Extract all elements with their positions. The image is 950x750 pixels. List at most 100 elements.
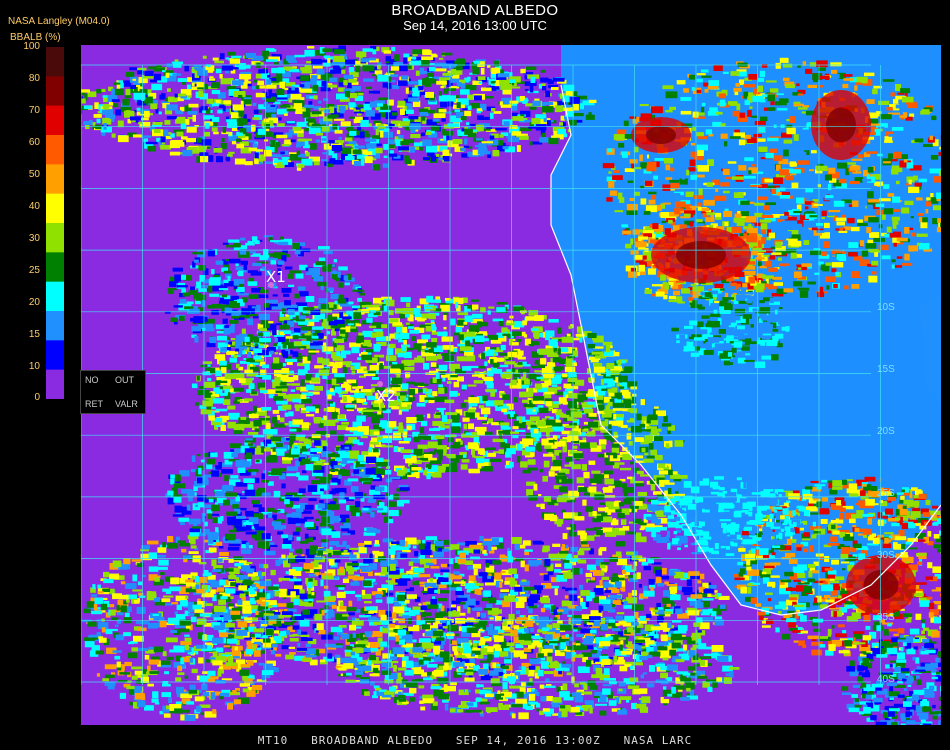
cloud-pixel — [243, 99, 252, 105]
cloud-pixel — [864, 72, 875, 77]
cloud-pixel — [684, 213, 691, 217]
cloud-pixel — [830, 62, 842, 67]
cloud-pixel — [723, 210, 733, 217]
cloud-pixel — [341, 384, 350, 388]
cloud-pixel — [910, 232, 916, 237]
cloud-pixel — [403, 359, 415, 366]
cloud-pixel — [857, 154, 863, 158]
cloud-pixel — [546, 429, 553, 432]
cloud-pixel — [763, 254, 771, 257]
cloud-pixel — [816, 60, 828, 68]
cloud-pixel — [544, 398, 548, 401]
cloud-pixel — [368, 307, 381, 311]
cloud-pixel — [548, 471, 555, 477]
cloud-pixel — [908, 245, 919, 252]
cloud-pixel — [270, 140, 276, 147]
cloud-pixel — [750, 184, 762, 187]
cloud-pixel — [868, 199, 880, 203]
cloud-pixel — [428, 313, 436, 320]
cloud-pixel — [647, 414, 658, 421]
cloud-pixel — [552, 77, 565, 82]
cloud-pixel — [857, 204, 866, 209]
cloud-pixel — [914, 138, 924, 143]
cloud-pixel — [472, 374, 480, 377]
cloud-pixel — [348, 116, 355, 119]
cloud-pixel — [512, 331, 522, 336]
cloud-pixel — [855, 503, 865, 506]
cloud-pixel — [641, 447, 646, 453]
cloud-pixel — [132, 134, 142, 138]
cloud-pixel — [438, 387, 445, 394]
cloud-pixel — [891, 259, 896, 263]
cloud-pixel — [431, 155, 436, 162]
cloud-pixel — [578, 487, 588, 492]
cloud-pixel — [348, 102, 356, 108]
cloud-pixel — [891, 216, 900, 221]
legend-swatch — [46, 340, 64, 371]
cloud-pixel — [714, 119, 726, 122]
cloud-pixel — [868, 217, 879, 223]
cloud-pixel — [392, 438, 403, 441]
cloud-pixel — [265, 106, 277, 113]
cloud-pixel — [333, 344, 337, 348]
cloud-pixel — [557, 348, 561, 355]
cloud-pixel — [654, 454, 663, 461]
cloud-pixel — [729, 136, 741, 139]
cloud-pixel — [606, 363, 614, 369]
cloud-pixel — [668, 299, 679, 303]
cloud-pixel — [273, 160, 279, 163]
cloud-pixel — [532, 409, 536, 412]
cloud-pixel — [299, 84, 305, 88]
cloud-pixel — [315, 139, 321, 143]
cloud-pixel — [544, 101, 554, 106]
cloud-pixel — [623, 120, 629, 127]
cloud-pixel — [227, 122, 238, 128]
cloud-pixel — [437, 452, 443, 455]
cloud-pixel — [276, 123, 285, 127]
cloud-pixel — [892, 220, 899, 225]
cloud-pixel — [381, 407, 387, 411]
cloud-pixel — [406, 417, 417, 424]
cloud-pixel — [281, 144, 290, 147]
cloud-pixel — [745, 216, 757, 223]
albedo-map[interactable] — [81, 45, 941, 725]
cloud-pixel — [398, 426, 404, 433]
cloud-pixel — [373, 347, 381, 352]
cloud-pixel — [740, 211, 749, 217]
cloud-pixel — [486, 382, 494, 389]
cloud-pixel — [642, 154, 647, 162]
cloud-pixel — [411, 336, 417, 341]
cloud-pixel — [388, 153, 398, 157]
cloud-pixel — [873, 238, 886, 242]
cloud-pixel — [503, 121, 510, 126]
cloud-pixel — [825, 262, 832, 266]
cloud-pixel — [618, 375, 628, 383]
cloud-pixel — [446, 381, 452, 384]
cloud-pixel — [685, 191, 694, 197]
cloud-pixel — [392, 361, 398, 365]
cloud-pixel — [472, 454, 476, 458]
cloud-pixel — [478, 81, 483, 84]
cloud-pixel — [151, 83, 163, 91]
cloud-pixel — [520, 461, 528, 468]
cloud-pixel — [300, 88, 312, 93]
cloud-pixel — [528, 310, 539, 316]
cloud-pixel — [542, 475, 548, 482]
cloud-pixel — [516, 456, 521, 463]
cloud-pixel — [443, 314, 447, 321]
cloud-pixel — [704, 89, 709, 93]
cloud-pixel — [519, 391, 530, 398]
cloud-pixel — [569, 431, 579, 435]
cloud-pixel — [403, 57, 408, 64]
cloud-pixel — [522, 320, 527, 326]
cloud-pixel — [783, 63, 793, 68]
cloud-pixel — [640, 416, 647, 421]
cloud-pixel — [348, 78, 357, 83]
cloud-pixel — [669, 179, 679, 183]
cloud-pixel — [715, 133, 720, 138]
cloud-pixel — [491, 67, 501, 74]
cloud-pixel — [300, 75, 310, 81]
cloud-pixel — [811, 150, 817, 154]
cloud-pixel — [425, 325, 432, 332]
cloud-pixel — [696, 78, 703, 83]
